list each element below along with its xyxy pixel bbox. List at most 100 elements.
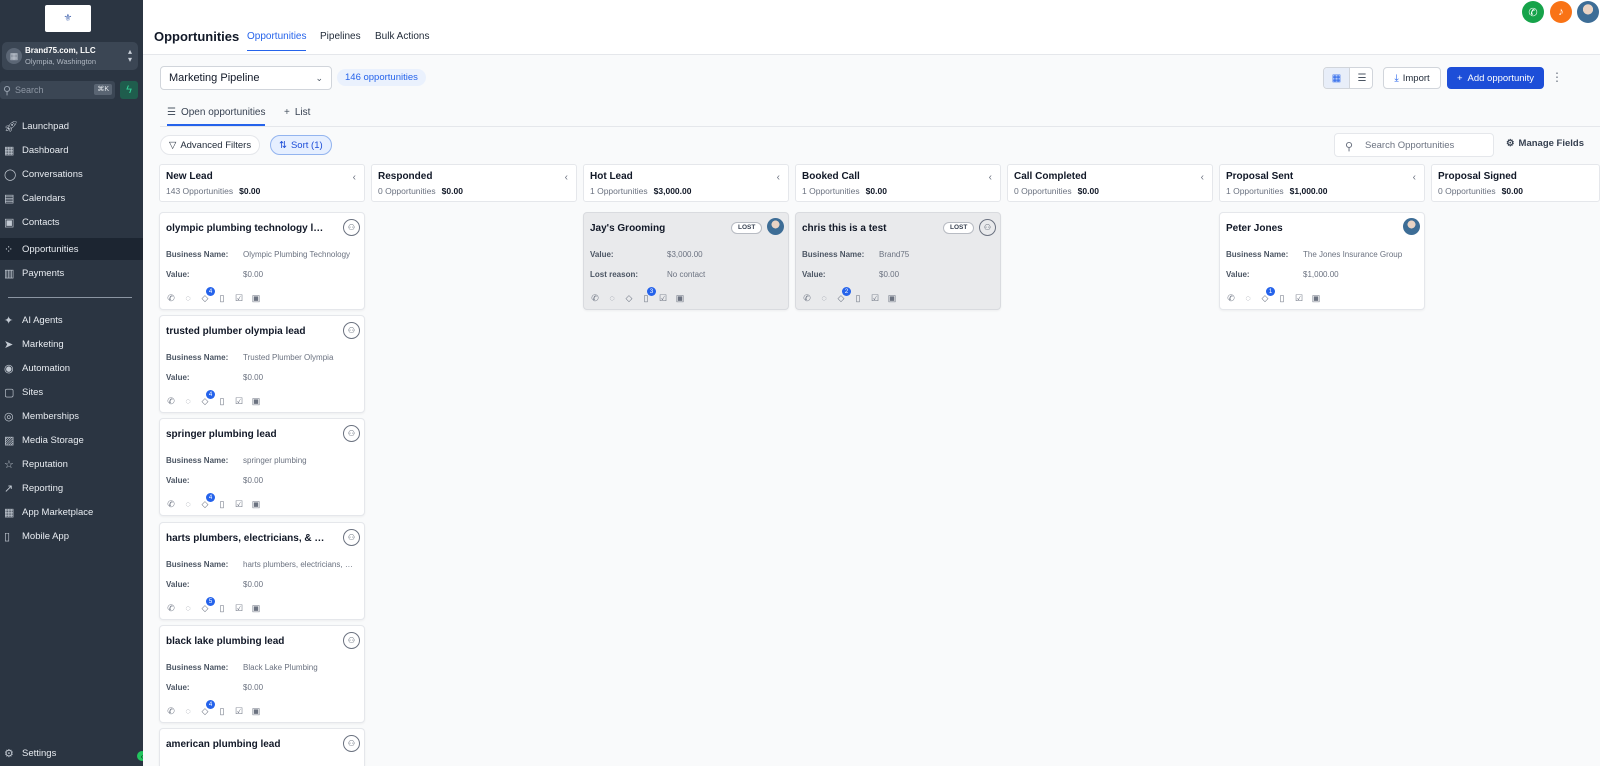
pipeline-select[interactable]: Marketing Pipeline ⌄	[160, 66, 332, 90]
task-icon[interactable]: ☑	[233, 395, 245, 407]
assign-user-icon[interactable]: ⚇	[979, 219, 996, 236]
opportunity-card[interactable]: black lake plumbing lead ⚇ Business Name…	[159, 625, 365, 723]
message-icon[interactable]: ◌	[182, 292, 194, 304]
document-icon[interactable]: ▯ 3	[640, 287, 656, 304]
assign-user-icon[interactable]: ⚇	[343, 529, 360, 546]
sidebar-item-automation[interactable]: ◉ Automation	[0, 357, 143, 379]
manage-fields-button[interactable]: ⚙ Manage Fields	[1506, 138, 1584, 149]
sidebar-item-mobile-app[interactable]: ▯ Mobile App	[0, 525, 143, 547]
calendar-icon[interactable]: ▣	[674, 292, 686, 304]
document-icon[interactable]: ▯	[1276, 292, 1288, 304]
tag-icon[interactable]: ◇ 2	[835, 287, 851, 304]
task-icon[interactable]: ☑	[233, 498, 245, 510]
list-view-icon[interactable]: ☰	[1349, 68, 1372, 88]
sidebar-item-reporting[interactable]: ↗ Reporting	[0, 477, 143, 499]
calendar-icon[interactable]: ▣	[250, 705, 262, 717]
sidebar-item-launchpad[interactable]: 🚀︎ Launchpad	[0, 115, 143, 137]
tag-icon[interactable]: ◇ 4	[199, 390, 215, 407]
sidebar-item-memberships[interactable]: ◎ Memberships	[0, 405, 143, 427]
sidebar-item-calendars[interactable]: ▤ Calendars	[0, 187, 143, 209]
tag-icon[interactable]: ◇ 4	[199, 493, 215, 510]
quick-action-bolt-icon[interactable]: ϟ	[120, 81, 138, 99]
import-button[interactable]: ⤓ Import	[1383, 67, 1441, 89]
message-icon[interactable]: ◌	[606, 292, 618, 304]
assignee-avatar[interactable]	[767, 218, 784, 235]
phone-icon[interactable]: ✆	[801, 292, 813, 304]
tag-icon[interactable]: ◇	[623, 292, 635, 304]
message-icon[interactable]: ◌	[182, 395, 194, 407]
document-icon[interactable]: ▯	[852, 292, 864, 304]
more-options-icon[interactable]: ⋮	[1551, 70, 1563, 84]
sidebar-item-settings[interactable]: ⚙ Settings	[0, 742, 143, 764]
sidebar-item-payments[interactable]: ▥ Payments	[0, 262, 143, 284]
message-icon[interactable]: ◌	[182, 705, 194, 717]
phone-icon[interactable]: ✆	[1225, 292, 1237, 304]
tab-bulk-actions[interactable]: Bulk Actions	[375, 31, 429, 50]
sidebar-search[interactable]: ⚲ Search ⌘K	[0, 81, 115, 99]
document-icon[interactable]: ▯	[216, 602, 228, 614]
calendar-icon[interactable]: ▣	[250, 395, 262, 407]
tag-icon[interactable]: ◇ 1	[1259, 287, 1275, 304]
opportunity-card[interactable]: american plumbing lead ⚇	[159, 728, 365, 766]
company-logo[interactable]: ⚜	[45, 5, 91, 32]
sidebar-item-marketing[interactable]: ➤ Marketing	[0, 333, 143, 355]
collapse-column-icon[interactable]: ‹	[777, 172, 780, 183]
phone-call-icon[interactable]: ✆	[1522, 1, 1544, 23]
sidebar-item-conversations[interactable]: ◯ Conversations	[0, 163, 143, 185]
message-icon[interactable]: ◌	[1242, 292, 1254, 304]
document-icon[interactable]: ▯	[216, 292, 228, 304]
subtab-open-opportunities[interactable]: ☰ Open opportunities	[167, 107, 266, 126]
task-icon[interactable]: ☑	[233, 705, 245, 717]
tag-icon[interactable]: ◇ 4	[199, 287, 215, 304]
collapse-column-icon[interactable]: ‹	[1201, 172, 1204, 183]
task-icon[interactable]: ☑	[1293, 292, 1305, 304]
assign-user-icon[interactable]: ⚇	[343, 219, 360, 236]
assign-user-icon[interactable]: ⚇	[343, 735, 360, 752]
phone-icon[interactable]: ✆	[165, 602, 177, 614]
document-icon[interactable]: ▯	[216, 705, 228, 717]
task-icon[interactable]: ☑	[869, 292, 881, 304]
sidebar-item-reputation[interactable]: ☆ Reputation	[0, 453, 143, 475]
collapse-column-icon[interactable]: ‹	[565, 172, 568, 183]
sort-button[interactable]: ⇅ Sort (1)	[270, 135, 332, 155]
phone-icon[interactable]: ✆	[165, 292, 177, 304]
assignee-avatar[interactable]	[1403, 218, 1420, 235]
task-icon[interactable]: ☑	[233, 602, 245, 614]
tab-pipelines[interactable]: Pipelines	[320, 31, 361, 50]
opportunity-card[interactable]: Peter Jones Business Name: The Jones Ins…	[1219, 212, 1425, 310]
sidebar-item-media-storage[interactable]: ▨ Media Storage	[0, 429, 143, 451]
grid-view-icon[interactable]: ▦	[1324, 68, 1349, 88]
calendar-icon[interactable]: ▣	[250, 602, 262, 614]
message-icon[interactable]: ◌	[182, 602, 194, 614]
calendar-icon[interactable]: ▣	[250, 498, 262, 510]
assign-user-icon[interactable]: ⚇	[343, 425, 360, 442]
document-icon[interactable]: ▯	[216, 498, 228, 510]
calendar-icon[interactable]: ▣	[250, 292, 262, 304]
tag-icon[interactable]: ◇ 4	[199, 700, 215, 717]
opportunity-card-lost[interactable]: Jay's Grooming LOST Value: $3,000.00 Los…	[583, 212, 789, 310]
message-icon[interactable]: ◌	[818, 292, 830, 304]
task-icon[interactable]: ☑	[233, 292, 245, 304]
assign-user-icon[interactable]: ⚇	[343, 322, 360, 339]
tab-opportunities[interactable]: Opportunities	[247, 31, 307, 51]
subtab-add-list[interactable]: + List	[284, 107, 310, 118]
opportunity-card[interactable]: springer plumbing lead ⚇ Business Name: …	[159, 418, 365, 516]
phone-icon[interactable]: ✆	[165, 395, 177, 407]
phone-icon[interactable]: ✆	[165, 498, 177, 510]
collapse-column-icon[interactable]: ‹	[1413, 172, 1416, 183]
collapse-column-icon[interactable]: ‹	[989, 172, 992, 183]
assign-user-icon[interactable]: ⚇	[343, 632, 360, 649]
calendar-icon[interactable]: ▣	[1310, 292, 1322, 304]
tag-icon[interactable]: ◇ 5	[199, 597, 215, 614]
sidebar-item-sites[interactable]: ▢ Sites	[0, 381, 143, 403]
phone-icon[interactable]: ✆	[165, 705, 177, 717]
sidebar-item-opportunities[interactable]: ⁘ Opportunities	[0, 238, 143, 260]
phone-icon[interactable]: ✆	[589, 292, 601, 304]
task-icon[interactable]: ☑	[657, 292, 669, 304]
notification-bell-icon[interactable]: ♪	[1550, 1, 1572, 23]
sidebar-item-app-marketplace[interactable]: ▦ App Marketplace	[0, 501, 143, 523]
sidebar-item-dashboard[interactable]: ▦ Dashboard	[0, 139, 143, 161]
opportunity-card[interactable]: trusted plumber olympia lead ⚇ Business …	[159, 315, 365, 413]
opportunity-card[interactable]: harts plumbers, electricians, & hvac lea…	[159, 522, 365, 620]
calendar-icon[interactable]: ▣	[886, 292, 898, 304]
